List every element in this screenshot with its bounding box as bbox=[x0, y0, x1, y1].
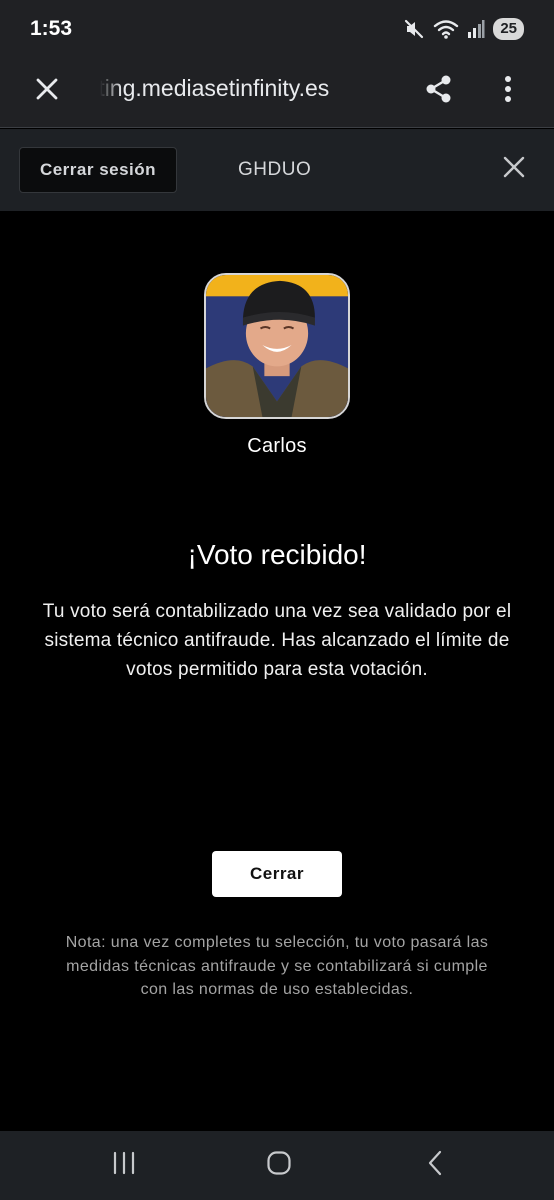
more-vert-icon bbox=[503, 75, 513, 108]
mute-icon bbox=[403, 18, 425, 40]
browser-toolbar: voting.mediasetinfinity.es bbox=[0, 58, 554, 128]
wifi-icon bbox=[433, 18, 459, 40]
contestant-name: Carlos bbox=[247, 435, 307, 457]
browser-close-button[interactable] bbox=[28, 72, 66, 110]
user-code: GHDUO bbox=[238, 159, 312, 180]
logout-button[interactable]: Cerrar sesión bbox=[19, 147, 177, 193]
header-close-button[interactable] bbox=[496, 151, 532, 187]
status-bar: 1:53 25 bbox=[0, 0, 554, 58]
back-icon bbox=[426, 1150, 444, 1181]
close-icon bbox=[502, 155, 526, 184]
status-time: 1:53 bbox=[30, 17, 73, 40]
recents-icon bbox=[111, 1151, 137, 1180]
battery-level: 25 bbox=[493, 18, 524, 40]
more-options-button[interactable] bbox=[488, 70, 528, 112]
home-icon bbox=[266, 1150, 292, 1181]
contestant-avatar bbox=[204, 273, 350, 419]
close-button[interactable]: Cerrar bbox=[212, 851, 342, 897]
status-icons: 25 bbox=[403, 18, 524, 40]
close-icon bbox=[35, 77, 59, 106]
disclaimer-note: Nota: una vez completes tu selección, tu… bbox=[65, 934, 489, 998]
vote-confirmation-panel: Carlos ¡Voto recibido! Tu voto será cont… bbox=[0, 211, 554, 1131]
home-button[interactable] bbox=[259, 1147, 299, 1183]
share-icon bbox=[424, 74, 454, 109]
signal-icon bbox=[467, 19, 485, 39]
site-header: Cerrar sesión GHDUO bbox=[0, 129, 554, 211]
system-nav-bar bbox=[0, 1131, 554, 1200]
confirmation-title: ¡Voto recibido! bbox=[187, 539, 367, 570]
url-bar[interactable]: voting.mediasetinfinity.es bbox=[100, 75, 390, 102]
share-button[interactable] bbox=[418, 70, 460, 112]
url-text: voting.mediasetinfinity.es bbox=[100, 75, 330, 101]
recents-button[interactable] bbox=[104, 1147, 144, 1183]
back-button[interactable] bbox=[415, 1147, 455, 1183]
confirmation-message: Tu voto será contabilizado una vez sea v… bbox=[42, 601, 512, 680]
